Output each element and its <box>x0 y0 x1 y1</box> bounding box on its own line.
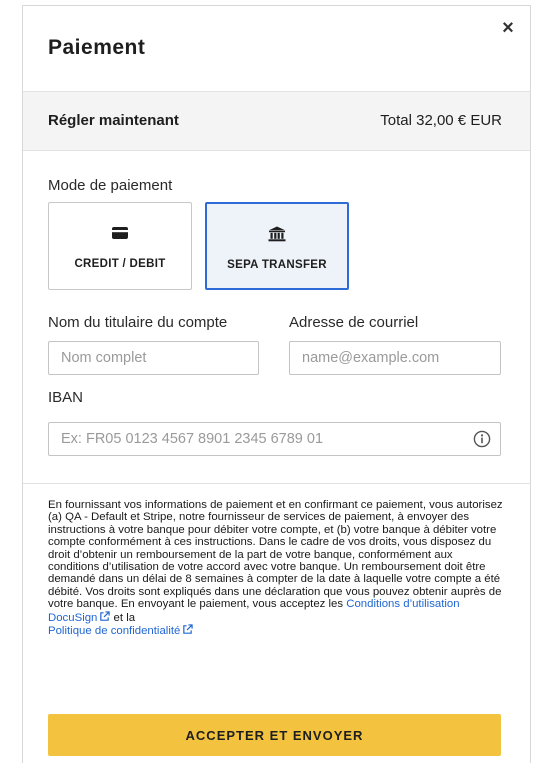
close-icon[interactable]: × <box>498 18 518 38</box>
privacy-link[interactable]: Politique de confidentialité <box>48 624 194 637</box>
legal-connector: et la <box>110 611 136 624</box>
total-amount: Total 32,00 € EUR <box>380 112 502 129</box>
bank-icon <box>268 226 286 242</box>
iban-label: IBAN <box>48 389 84 406</box>
legal-body: En fournissant vos informations de paiem… <box>48 499 503 611</box>
account-holder-field <box>48 341 259 375</box>
payment-option-credit-debit[interactable]: CREDIT / DEBIT <box>48 202 192 290</box>
payment-option-sepa-transfer[interactable]: SEPA TRANSFER <box>205 202 349 290</box>
external-link-icon <box>183 624 194 634</box>
payment-dialog: × Paiement Régler maintenant Total 32,00… <box>22 5 531 763</box>
info-icon[interactable] <box>473 430 491 448</box>
section-divider <box>23 483 530 484</box>
account-holder-input[interactable] <box>49 342 258 374</box>
accept-and-send-button[interactable]: ACCEPTER ET ENVOYER <box>48 714 501 756</box>
iban-field <box>48 422 501 456</box>
dialog-title: Paiement <box>48 36 146 59</box>
payment-option-label: CREDIT / DEBIT <box>74 258 166 270</box>
account-holder-label: Nom du titulaire du compte <box>48 314 228 331</box>
email-input[interactable] <box>290 342 500 374</box>
iban-input[interactable] <box>49 423 500 455</box>
sepa-mandate-text: En fournissant vos informations de paiem… <box>48 499 506 637</box>
email-label: Adresse de courriel <box>289 314 419 331</box>
payment-method-label: Mode de paiement <box>48 177 173 194</box>
external-link-icon <box>100 610 111 621</box>
pay-now-label: Régler maintenant <box>48 112 179 129</box>
credit-card-icon <box>112 227 128 239</box>
payment-option-label: SEPA TRANSFER <box>227 259 327 271</box>
email-field <box>289 341 501 375</box>
payment-summary-bar: Régler maintenant Total 32,00 € EUR <box>23 91 530 151</box>
